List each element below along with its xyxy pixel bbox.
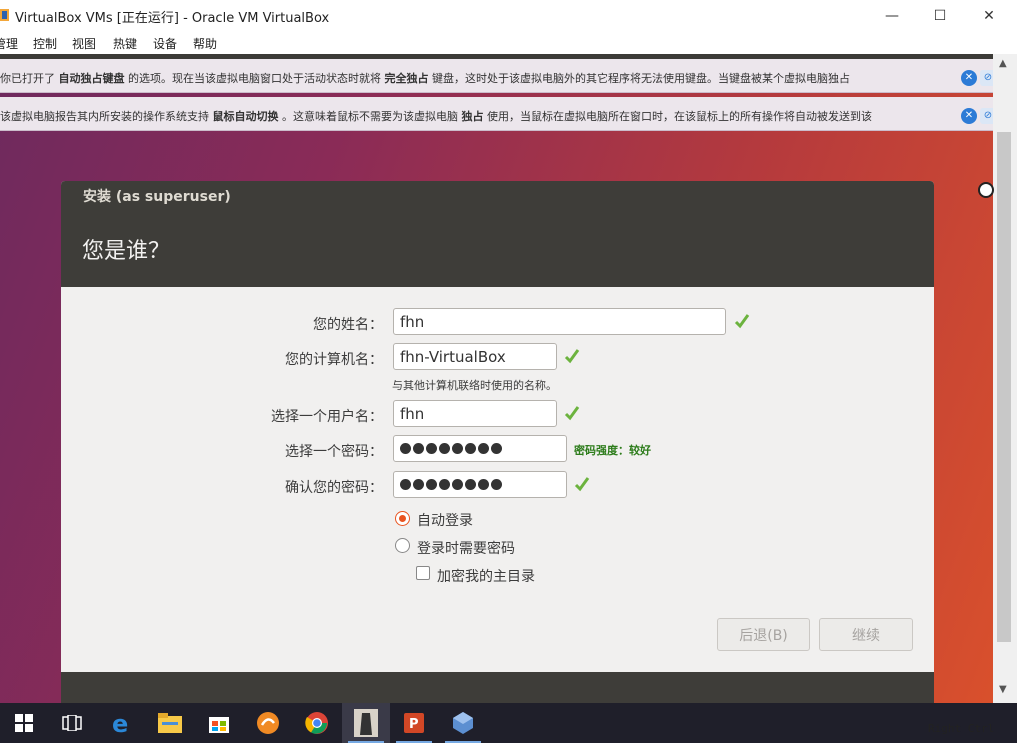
menu-view[interactable]: 视图: [72, 35, 96, 52]
computer-name-field[interactable]: fhn-VirtualBox: [393, 343, 557, 370]
require-password-radio[interactable]: [395, 538, 410, 553]
vm-display[interactable]: 安装 (as superuser) 您是谁？ 您的姓名： fhn 您的计算机名：…: [0, 54, 993, 703]
installer-dialog: 安装 (as superuser) 您是谁？ 您的姓名： fhn 您的计算机名：…: [61, 181, 934, 703]
notice-bold: 鼠标自动切换: [212, 110, 279, 123]
title-bar: VirtualBox VMs [正在运行] - Oracle VM Virtua…: [0, 0, 1017, 31]
window-title: VirtualBox VMs [正在运行] - Oracle VM Virtua…: [15, 11, 330, 26]
check-icon: [564, 349, 580, 364]
auto-login-radio[interactable]: [395, 511, 410, 526]
auto-login-label[interactable]: 自动登录: [417, 510, 473, 530]
taskbar-app-active-icon[interactable]: [342, 703, 390, 743]
check-icon: [574, 477, 590, 492]
task-view-icon[interactable]: [48, 703, 96, 743]
username-label: 选择一个用户名：: [271, 409, 383, 425]
virtualbox-icon: [0, 9, 9, 21]
host-key-indicator: Right Ctrl: [928, 722, 995, 735]
name-field[interactable]: fhn: [393, 308, 726, 335]
vertical-scrollbar[interactable]: ▲ ▼: [993, 54, 1017, 703]
powerpoint-icon[interactable]: P: [390, 703, 438, 743]
scroll-up-icon[interactable]: ▲: [999, 58, 1007, 69]
notice-text: 使用，当鼠标在虚拟电脑所在窗口时，在该鼠标上的所有操作将自动被发送到该: [487, 110, 872, 123]
menu-hotkey[interactable]: 热键: [113, 35, 137, 52]
scroll-down-icon[interactable]: ▼: [999, 684, 1007, 695]
encrypt-home-checkbox[interactable]: [416, 566, 430, 580]
keyboard-capture-notice: 你已打开了 自动独占键盘 的选项。现在当该虚拟电脑窗口处于活动状态时就将 完全独…: [0, 59, 1005, 93]
close-notice-icon[interactable]: ✕: [961, 108, 977, 124]
menu-control[interactable]: 控制: [33, 35, 57, 52]
notice-bold: 自动独占键盘: [58, 72, 125, 85]
password-mask: [400, 443, 502, 454]
virtualbox-taskbar-icon[interactable]: [439, 703, 487, 743]
svg-text:P: P: [409, 717, 419, 732]
notice-text: 的选项。现在当该虚拟电脑窗口处于活动状态时就将: [128, 72, 381, 85]
minimize-button[interactable]: —: [869, 0, 915, 31]
confirm-password-label: 确认您的密码：: [285, 480, 383, 496]
windows-taskbar: e P: [0, 703, 1017, 743]
close-notice-icon[interactable]: ✕: [961, 70, 977, 86]
chrome-icon[interactable]: [293, 703, 341, 743]
notice-bold: 完全独占: [384, 72, 429, 85]
start-icon[interactable]: [0, 703, 48, 743]
mouse-integration-notice: 该虚拟电脑报告其内所安装的操作系统支持 鼠标自动切换 。这意味着鼠标不需要为该虚…: [0, 97, 1005, 131]
username-field[interactable]: fhn: [393, 400, 557, 427]
check-icon: [564, 406, 580, 421]
computer-name-hint: 与其他计算机联络时使用的名称。: [392, 379, 557, 392]
confirm-password-field[interactable]: [393, 471, 567, 498]
name-label: 您的姓名：: [313, 317, 383, 333]
file-explorer-icon[interactable]: [146, 703, 194, 743]
menu-bar: 管理 控制 视图 热键 设备 帮助: [0, 31, 1017, 54]
svg-text:e: e: [112, 711, 128, 735]
back-button[interactable]: 后退(B): [717, 618, 810, 651]
dialog-footer: [61, 672, 934, 703]
notice-text: 你已打开了: [0, 72, 55, 85]
notice-text: 该虚拟电脑报告其内所安装的操作系统支持: [0, 110, 209, 123]
edge-icon[interactable]: e: [98, 703, 146, 743]
page-title: 您是谁？: [82, 239, 171, 264]
app-orange-icon[interactable]: [244, 703, 292, 743]
menu-devices[interactable]: 设备: [153, 35, 177, 52]
require-password-label[interactable]: 登录时需要密码: [417, 538, 515, 558]
encrypt-home-label[interactable]: 加密我的主目录: [437, 566, 535, 586]
notice-bold: 独占: [461, 110, 484, 123]
password-label: 选择一个密码：: [285, 444, 383, 460]
dialog-caption: 安装 (as superuser): [83, 189, 231, 205]
computer-name-label: 您的计算机名：: [285, 352, 383, 368]
dialog-header: 安装 (as superuser) 您是谁？: [61, 181, 934, 287]
password-strength: 密码强度：较好: [574, 444, 651, 457]
password-field[interactable]: [393, 435, 567, 462]
check-icon: [734, 314, 750, 329]
password-mask: [400, 479, 502, 490]
menu-help[interactable]: 帮助: [193, 35, 217, 52]
notice-text: 键盘，这时处于该虚拟电脑外的其它程序将无法使用键盘。当键盘被某个虚拟电脑独占: [432, 72, 850, 85]
scrollbar-thumb[interactable]: [997, 132, 1011, 642]
close-button[interactable]: ✕: [966, 0, 1012, 31]
guest-cursor-icon: [978, 182, 994, 198]
maximize-button[interactable]: ☐: [917, 0, 963, 31]
continue-button[interactable]: 继续: [819, 618, 913, 651]
notice-text: 。这意味着鼠标不需要为该虚拟电脑: [282, 110, 458, 123]
menu-manage[interactable]: 管理: [0, 35, 18, 52]
store-icon[interactable]: [195, 703, 243, 743]
